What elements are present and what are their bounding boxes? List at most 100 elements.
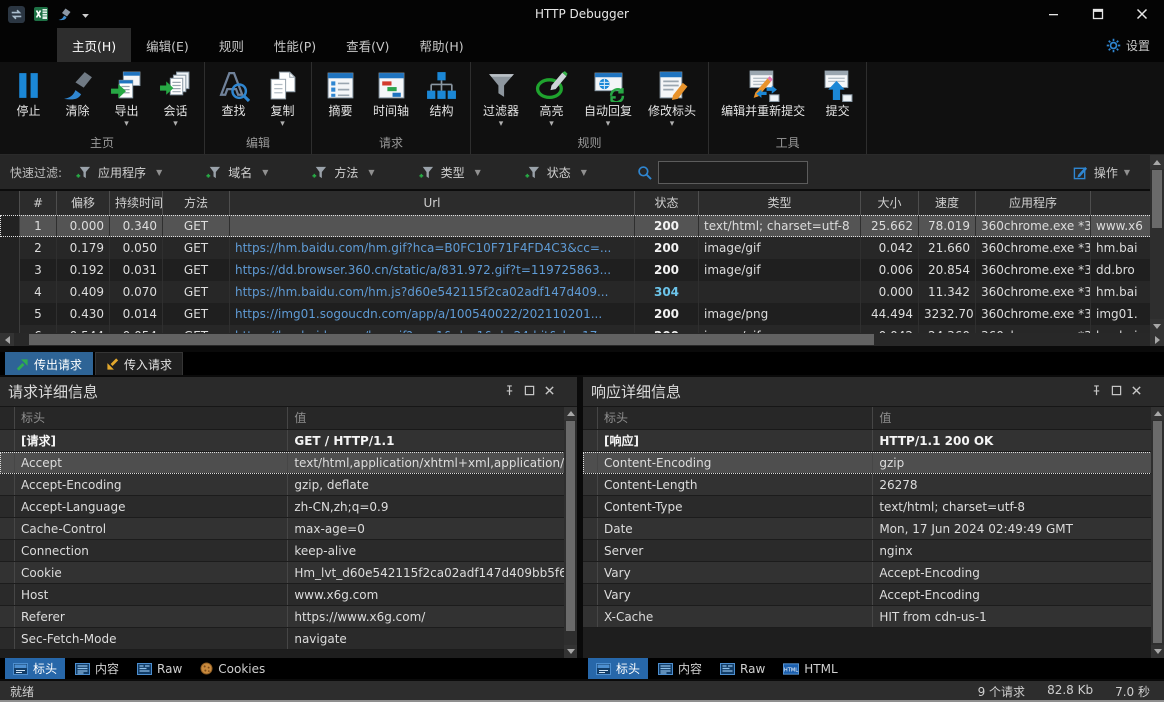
column-header-url[interactable]: Url [230,191,635,215]
menu-tab-rules[interactable]: 规则 [204,28,259,62]
actions-button[interactable]: 操作 ▼ [1073,164,1130,181]
clear-quick-icon[interactable] [57,6,73,22]
table-row[interactable]: 40.4090.070GEThttps://hm.baidu.com/hm.js… [0,281,1164,303]
maximize-panel-icon[interactable] [524,385,535,399]
request-tab-raw[interactable]: Raw [129,658,190,679]
scroll-thumb[interactable] [1153,421,1162,643]
table-row[interactable]: 50.4300.014GEThttps://img01.sogoucdn.com… [0,303,1164,325]
menu-tab-help[interactable]: 帮助(H) [404,28,478,62]
ribbon-button-submit[interactable]: 提交 [813,64,862,135]
scroll-down-arrow-icon[interactable] [1151,645,1164,658]
ribbon-button-structure[interactable]: 结构 [417,64,466,135]
dropdown-caret-icon[interactable]: ▾ [124,119,129,131]
pin-icon[interactable] [1091,385,1102,399]
response-tab-headers[interactable]: 标头 [588,658,648,679]
scroll-right-arrow-icon[interactable] [1150,333,1164,346]
request-header-row[interactable]: CookieHm_lvt_d60e542115f2ca02adf147d409b… [0,562,577,584]
column-header-value[interactable]: 值 [872,407,1164,429]
request-tab-cookies[interactable]: Cookies [192,658,273,679]
tab-outgoing-requests[interactable]: 传出请求 [5,352,93,375]
response-tab-html[interactable]: HTMLHTML [775,658,845,679]
dropdown-caret-icon[interactable]: ▾ [549,119,554,131]
response-header-row[interactable]: [响应]HTTP/1.1 200 OK [583,430,1164,452]
column-header-size[interactable]: 大小 [861,191,919,215]
request-header-row[interactable]: Refererhttps://www.x6g.com/ [0,606,577,628]
ribbon-button-highlight[interactable]: 高亮▾ [527,64,576,135]
column-header-type[interactable]: 类型 [699,191,861,215]
menu-tab-edit[interactable]: 编辑(E) [131,28,204,62]
response-header-row[interactable]: VaryAccept-Encoding [583,584,1164,606]
column-header-name[interactable]: 标头 [15,407,287,429]
filter-button-method[interactable]: 方法▼ [312,164,374,181]
ribbon-button-filter[interactable]: 过滤器▾ [475,64,527,135]
request-header-row[interactable]: Connectionkeep-alive [0,540,577,562]
table-row[interactable]: 10.0000.340GET200text/html; charset=utf-… [0,215,1164,237]
filter-button-domain[interactable]: 域名▼ [206,164,268,181]
ribbon-button-clear[interactable]: 清除 [53,64,102,135]
response-header-row[interactable]: Servernginx [583,540,1164,562]
column-header-speed[interactable]: 速度 [919,191,976,215]
close-button[interactable] [1120,0,1164,28]
response-panel-scrollbar[interactable] [1151,407,1164,658]
table-row[interactable]: 30.1920.031GEThttps://dd.browser.360.cn/… [0,259,1164,281]
request-header-row[interactable]: Sec-Fetch-Modenavigate [0,628,577,650]
ribbon-button-timeline[interactable]: 时间轴 [365,64,417,135]
ribbon-button-copy[interactable]: 复制▾ [258,64,307,135]
maximize-panel-icon[interactable] [1111,385,1122,399]
ribbon-button-find[interactable]: 查找 [209,64,258,135]
column-header-name[interactable]: 标头 [598,407,872,429]
dropdown-caret-icon[interactable]: ▾ [670,119,675,131]
filter-button-app[interactable]: 应用程序▼ [76,164,162,181]
menu-tab-view[interactable]: 查看(V) [331,28,404,62]
request-header-row[interactable]: Accept-Encodinggzip, deflate [0,474,577,496]
filter-button-type[interactable]: 类型▼ [419,164,481,181]
response-header-row[interactable]: Content-Encodinggzip [583,452,1164,474]
response-header-row[interactable]: X-CacheHIT from cdn-us-1 [583,606,1164,628]
scroll-down-arrow-icon[interactable] [1150,319,1164,333]
close-panel-icon[interactable] [544,385,555,399]
column-header-method[interactable]: 方法 [163,191,230,215]
ribbon-button-modify-headers[interactable]: 修改标头▾ [640,64,704,135]
ribbon-button-autoreply[interactable]: 自动回复▾ [576,64,640,135]
close-panel-icon[interactable] [1131,385,1142,399]
response-header-row[interactable]: DateMon, 17 Jun 2024 02:49:49 GMT [583,518,1164,540]
column-header-status[interactable]: 状态 [635,191,699,215]
ribbon-button-session[interactable]: 会话▾ [151,64,200,135]
scroll-thumb[interactable] [566,421,575,631]
toolbar-options-caret-icon[interactable] [81,10,90,19]
dropdown-caret-icon[interactable]: ▾ [280,119,285,131]
ribbon-button-summary[interactable]: 摘要 [316,64,365,135]
scroll-up-arrow-icon[interactable] [1150,155,1164,169]
request-panel-scrollbar[interactable] [564,407,577,658]
dropdown-caret-icon[interactable]: ▾ [173,119,178,131]
request-header-row[interactable]: [请求]GET / HTTP/1.1 [0,430,577,452]
dropdown-caret-icon[interactable]: ▾ [606,119,611,131]
horizontal-scroll-thumb[interactable] [29,334,874,345]
excel-export-icon[interactable] [33,6,49,22]
column-header-value[interactable]: 值 [287,407,577,429]
menu-tab-home[interactable]: 主页(H) [57,28,131,62]
horizontal-scroll-track[interactable] [14,333,1150,346]
response-tab-raw[interactable]: Raw [712,658,773,679]
scroll-left-arrow-icon[interactable] [0,333,14,346]
main-vertical-scrollbar[interactable] [1150,155,1164,333]
vertical-scroll-thumb[interactable] [1152,170,1162,228]
request-header-row[interactable]: Accepttext/html,application/xhtml+xml,ap… [0,452,577,474]
request-header-row[interactable]: Cache-Controlmax-age=0 [0,518,577,540]
response-header-row[interactable]: VaryAccept-Encoding [583,562,1164,584]
ribbon-button-edit-resubmit[interactable]: 编辑并重新提交 [713,64,813,135]
table-row[interactable]: 60.5440.054GEThttps://hm.baidu.com/hm.gi… [0,325,1164,333]
scroll-up-arrow-icon[interactable] [564,407,577,420]
column-header-app[interactable]: 应用程序 [976,191,1091,215]
request-tab-content[interactable]: 内容 [67,658,127,679]
search-input[interactable] [658,161,808,184]
ribbon-button-stop[interactable]: 停止 [4,64,53,135]
settings-button[interactable]: 设置 [1106,28,1164,62]
scroll-up-arrow-icon[interactable] [1151,407,1164,420]
minimize-button[interactable] [1032,0,1076,28]
tab-incoming-requests[interactable]: 传入请求 [95,352,183,375]
response-header-row[interactable]: Content-Length26278 [583,474,1164,496]
column-header-duration[interactable]: 持续时间 [110,191,163,215]
ribbon-button-export[interactable]: 导出▾ [102,64,151,135]
filter-button-status[interactable]: 状态▼ [525,164,587,181]
